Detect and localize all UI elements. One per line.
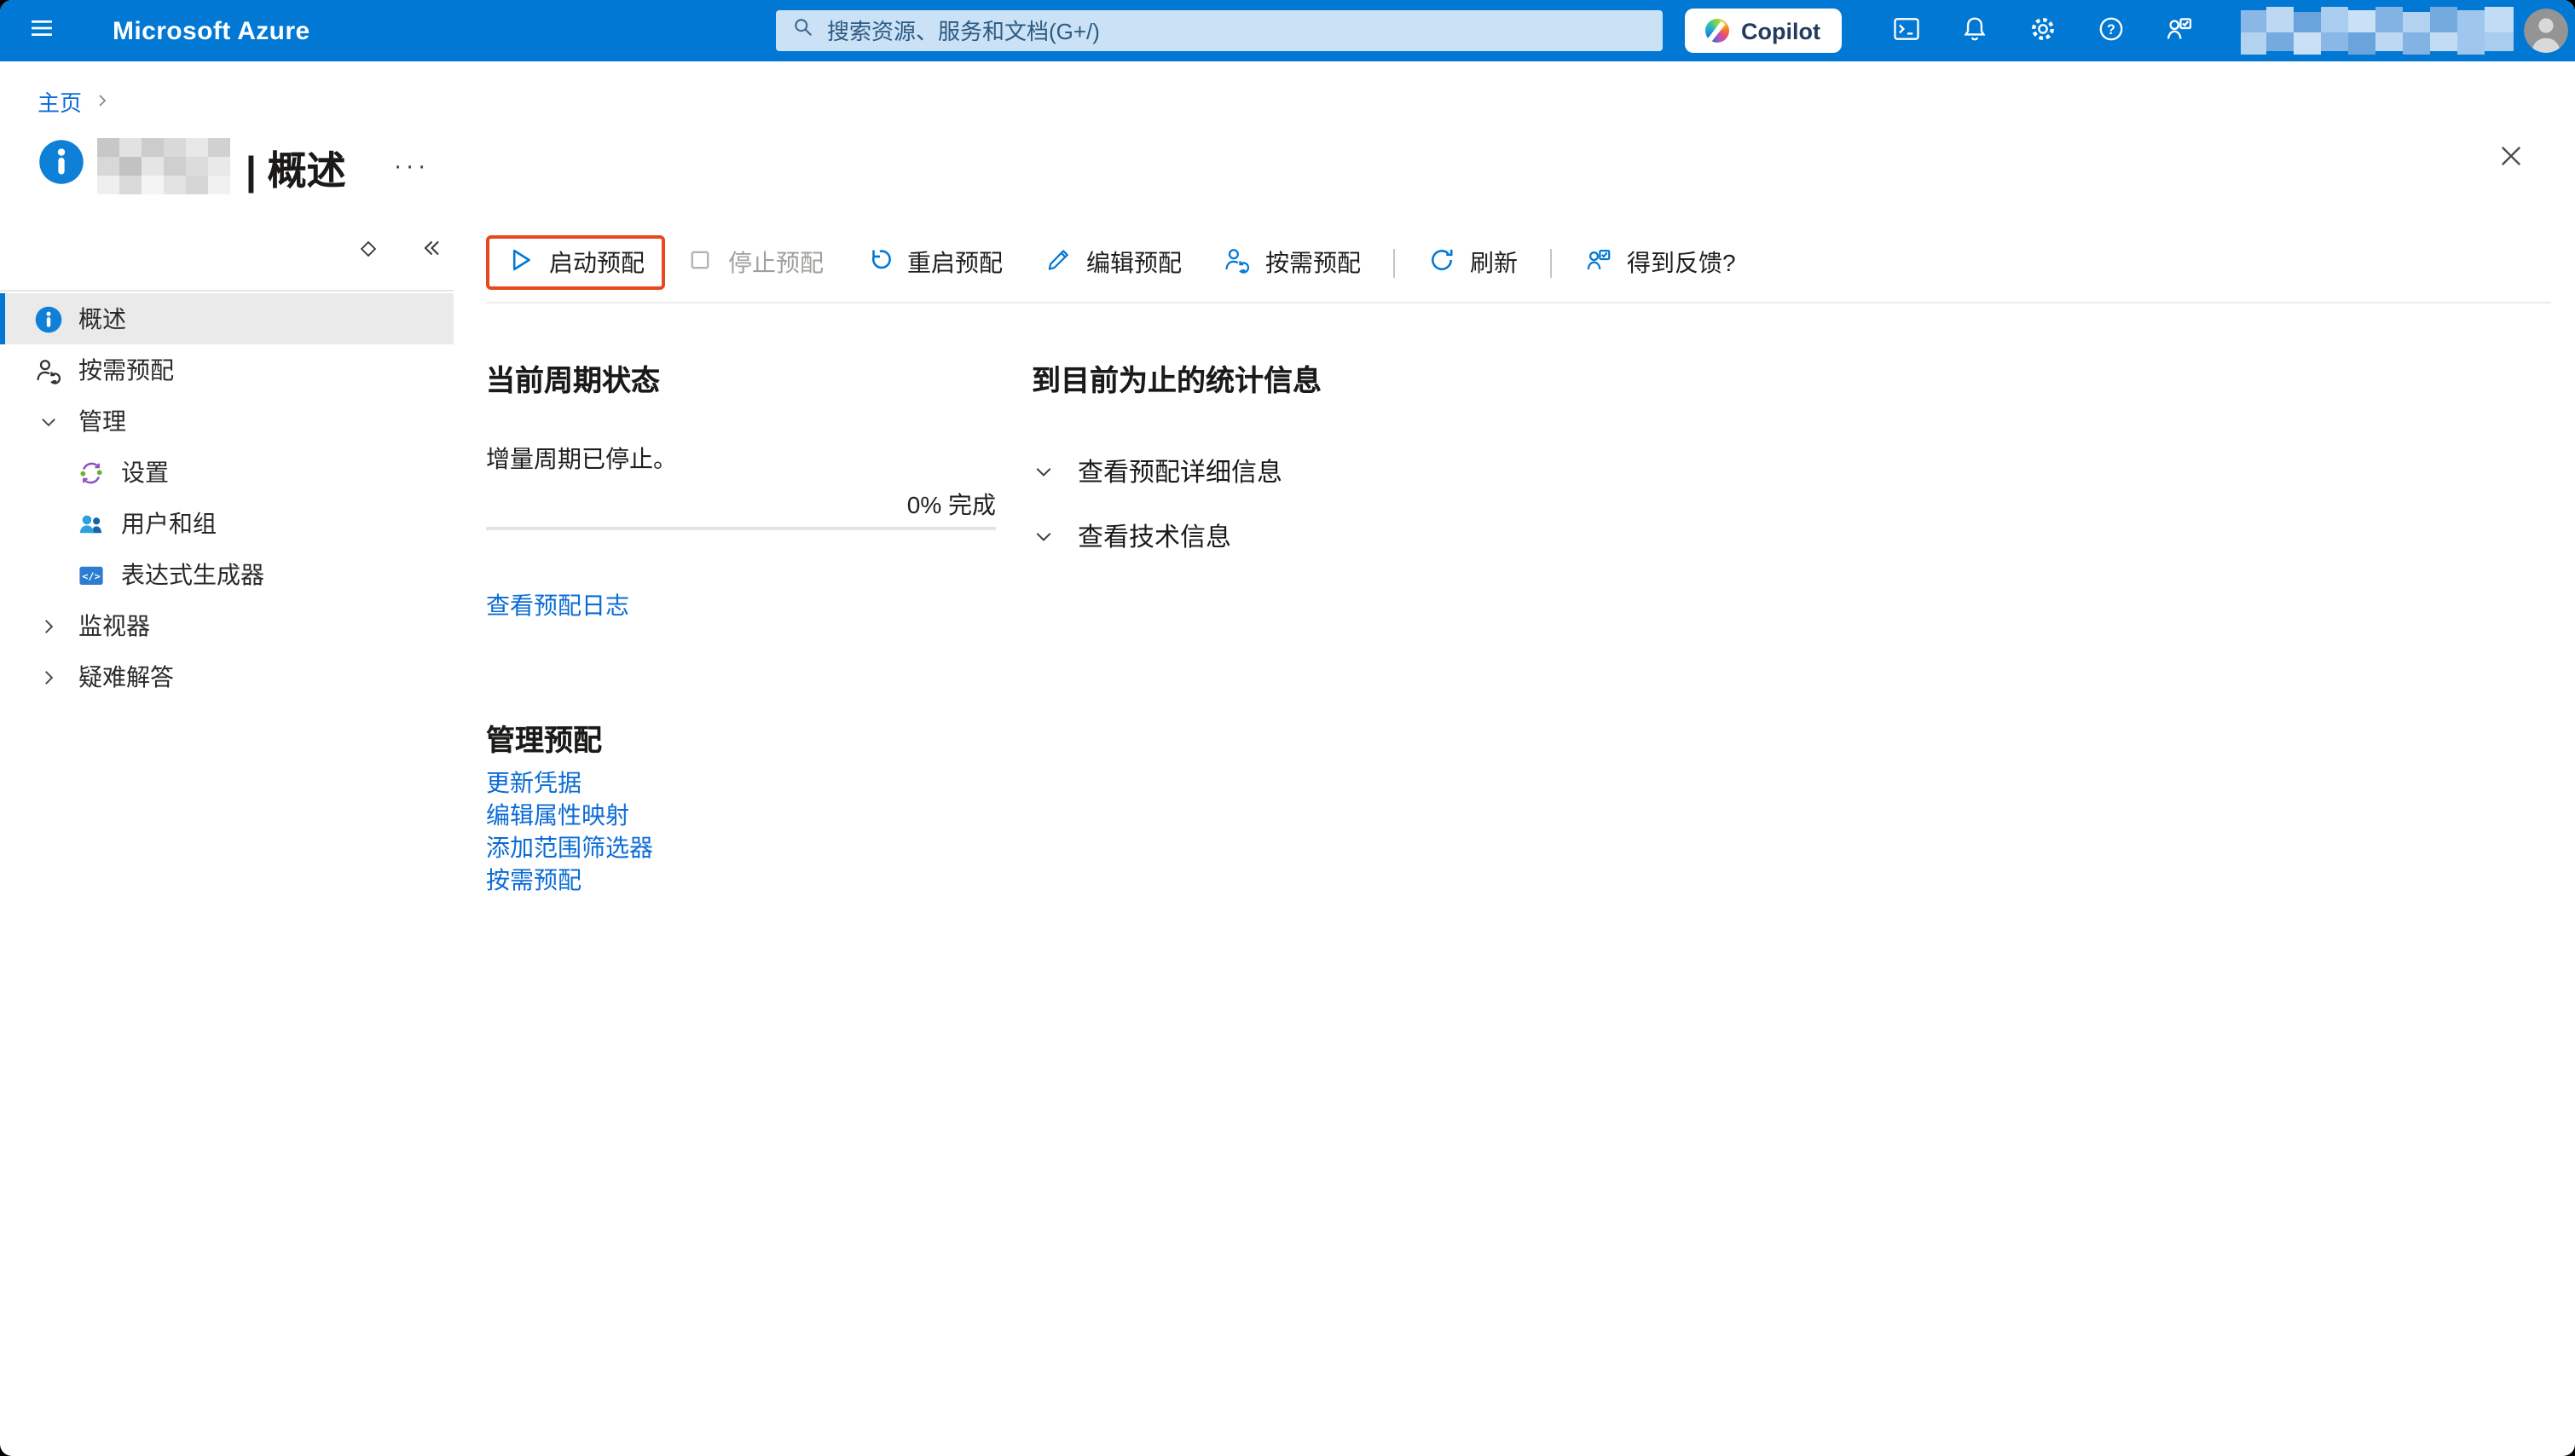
users-groups-icon (75, 509, 106, 538)
search-icon (791, 14, 815, 47)
hamburger-menu-button[interactable] (10, 0, 72, 61)
expression-builder-icon: </> (75, 560, 106, 589)
current-cycle-section: 当前周期状态 增量周期已停止。 0% 完成 查看预配日志 管理预配 更新凭据 编… (486, 356, 996, 897)
feedback-icon (2163, 13, 2194, 49)
edit-icon (1044, 246, 1073, 280)
sidebar-item-overview[interactable]: 概述 (0, 293, 454, 344)
cloud-shell-button[interactable] (1872, 0, 1940, 61)
edit-attribute-mappings-link[interactable]: 编辑属性映射 (486, 800, 996, 832)
sidebar-item-users-groups[interactable]: 用户和组 (0, 498, 469, 549)
view-technical-information-expander[interactable]: 查看技术信息 (1032, 518, 1322, 554)
sidebar-item-expression-builder[interactable]: </> 表达式生成器 (0, 549, 469, 600)
close-blade-button[interactable] (2490, 138, 2531, 179)
chevron-right-icon (32, 615, 63, 637)
breadcrumb: 主页 (38, 85, 2575, 118)
bell-icon (1959, 13, 1989, 49)
feedback-button[interactable] (2144, 0, 2213, 61)
azure-portal-window: Microsoft Azure Copilot (0, 0, 2575, 1456)
progress-label: 0% 完成 (486, 488, 996, 522)
avatar[interactable] (2523, 9, 2567, 53)
sidebar-divider (0, 290, 454, 292)
chevron-down-icon (1032, 459, 1056, 483)
more-options-button[interactable]: ··· (391, 152, 433, 181)
help-button[interactable]: ? (2076, 0, 2144, 61)
restart-icon (865, 246, 894, 280)
chevron-down-icon (32, 410, 63, 432)
breadcrumb-home-link[interactable]: 主页 (38, 85, 82, 118)
chevron-right-icon (32, 666, 63, 688)
got-feedback-button[interactable]: 得到反馈? (1564, 235, 1756, 290)
sidebar-item-provision-on-demand[interactable]: 按需预配 (0, 344, 469, 396)
person-sync-icon (32, 355, 63, 384)
svg-text:</>: </> (81, 569, 99, 581)
hamburger-icon (26, 14, 55, 48)
chevron-down-icon (1032, 524, 1056, 548)
toolbar-divider (486, 302, 2551, 303)
notifications-button[interactable] (1940, 0, 2008, 61)
brand-title[interactable]: Microsoft Azure (113, 16, 310, 45)
edit-provisioning-button[interactable]: 编辑预配 (1023, 235, 1202, 290)
gear-icon (2027, 13, 2057, 49)
settings-button[interactable] (2008, 0, 2076, 61)
sidebar: 概述 按需预配 管理 (0, 211, 469, 702)
manage-provisioning-title: 管理预配 (486, 716, 996, 759)
redacted-app-name (97, 138, 230, 194)
copilot-button[interactable]: Copilot (1685, 9, 1841, 53)
refresh-icon (1427, 246, 1456, 280)
view-provisioning-logs-link[interactable]: 查看预配日志 (486, 588, 629, 622)
topbar-actions: Copilot (1685, 0, 2567, 61)
toolbar-separator (1550, 248, 1552, 277)
page-header: | 概述 ··· (38, 135, 2575, 198)
provision-on-demand-button[interactable]: 按需预配 (1202, 235, 1381, 290)
sidebar-resize-button[interactable] (350, 232, 387, 269)
info-icon (32, 304, 63, 333)
sidebar-group-manage[interactable]: 管理 (0, 396, 469, 447)
info-icon (38, 138, 85, 194)
terminal-icon (1890, 13, 1921, 49)
stop-icon (686, 246, 715, 280)
current-cycle-title: 当前周期状态 (486, 356, 996, 399)
page-title: | 概述 (246, 137, 346, 195)
svg-text:?: ? (2106, 21, 2115, 37)
topbar: Microsoft Azure Copilot (0, 0, 2575, 61)
update-credentials-link[interactable]: 更新凭据 (486, 767, 996, 800)
sidebar-group-monitor[interactable]: 监视器 (0, 600, 469, 651)
progress-bar (486, 527, 996, 530)
main-content: 启动预配 停止预配 重启预配 (469, 211, 2575, 897)
search-input[interactable] (827, 18, 1647, 43)
play-icon (506, 246, 535, 280)
chevron-right-icon (94, 89, 111, 114)
command-bar: 启动预配 停止预配 重启预配 (486, 234, 2575, 292)
provision-on-demand-link[interactable]: 按需预配 (486, 864, 996, 897)
cycle-status-text: 增量周期已停止。 (486, 442, 996, 476)
global-search[interactable] (776, 10, 1663, 51)
feedback-icon (1584, 246, 1613, 280)
statistics-section: 到目前为止的统计信息 查看预配详细信息 查看技术信息 (1032, 356, 1322, 897)
sidebar-item-settings[interactable]: 设置 (0, 447, 469, 498)
copilot-icon (1705, 19, 1729, 43)
manage-provisioning-links: 更新凭据 编辑属性映射 添加范围筛选器 按需预配 (486, 767, 996, 897)
stop-provisioning-button: 停止预配 (665, 235, 844, 290)
redacted-account-info (2240, 7, 2513, 55)
close-icon (2496, 142, 2525, 176)
sidebar-group-troubleshoot[interactable]: 疑难解答 (0, 651, 469, 702)
toolbar-separator (1393, 248, 1395, 277)
diamond-icon (356, 236, 380, 265)
statistics-title: 到目前为止的统计信息 (1032, 356, 1322, 399)
collapse-sidebar-button[interactable] (411, 232, 448, 269)
double-chevron-left-icon (417, 235, 443, 266)
restart-provisioning-button[interactable]: 重启预配 (844, 235, 1023, 290)
person-sync-icon (1223, 246, 1252, 280)
add-scoping-filter-link[interactable]: 添加范围筛选器 (486, 832, 996, 864)
refresh-button[interactable]: 刷新 (1407, 235, 1538, 290)
provisioning-settings-icon (75, 458, 106, 487)
start-provisioning-button[interactable]: 启动预配 (486, 235, 665, 290)
help-icon: ? (2095, 13, 2126, 49)
view-provisioning-details-expander[interactable]: 查看预配详细信息 (1032, 454, 1322, 489)
